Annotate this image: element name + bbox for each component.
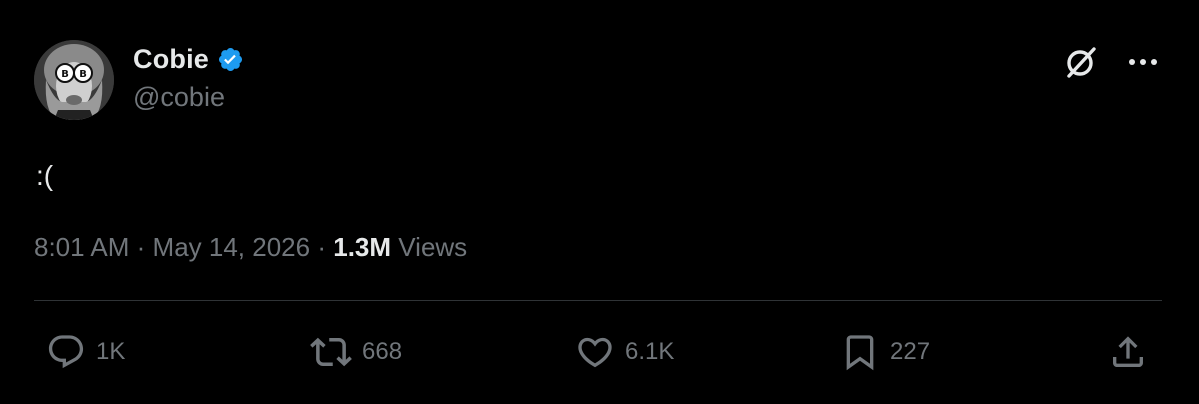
avatar[interactable]: B B: [34, 40, 114, 120]
more-dots-icon[interactable]: [1125, 44, 1161, 80]
svg-text:B: B: [61, 69, 69, 80]
name-row: Cobie: [133, 42, 244, 76]
author-info: Cobie @cobie: [133, 42, 244, 113]
bookmark-count: 227: [890, 338, 931, 365]
retweet-button[interactable]: 668: [310, 330, 402, 374]
like-button[interactable]: 6.1K: [575, 330, 674, 374]
tweet-meta: 8:01 AM · May 14, 2026 · 1.3M Views: [34, 232, 467, 263]
top-actions: [1063, 44, 1161, 80]
meta-separator: ·: [317, 232, 327, 262]
action-bar: 1K 668 6.1K 227: [0, 330, 1199, 374]
display-name[interactable]: Cobie: [133, 44, 209, 75]
share-upload-icon: [1108, 332, 1148, 372]
views-count[interactable]: 1.3M: [333, 232, 391, 262]
tweet-date[interactable]: May 14, 2026: [153, 232, 311, 262]
bookmark-icon: [840, 332, 880, 372]
handle[interactable]: @cobie: [133, 82, 244, 113]
meta-separator: ·: [136, 232, 146, 262]
divider: [34, 300, 1162, 301]
heart-icon: [575, 332, 615, 372]
retweet-icon: [310, 331, 352, 373]
share-button[interactable]: [1108, 330, 1148, 374]
views-label: Views: [398, 232, 468, 262]
bookmark-button[interactable]: 227: [840, 330, 930, 374]
tweet-text: :(: [36, 160, 54, 191]
avatar-image: B B: [34, 40, 114, 120]
tweet-time[interactable]: 8:01 AM: [34, 232, 129, 262]
verified-badge-icon[interactable]: [217, 46, 244, 73]
speech-bubble-icon: [46, 332, 86, 372]
grok-icon[interactable]: [1063, 44, 1099, 80]
tweet-card: B B Cobie @cobie:(8:01 AM · May 14, 20…: [0, 0, 1199, 404]
retweet-count: 668: [362, 338, 403, 365]
reply-count: 1K: [96, 338, 126, 365]
reply-button[interactable]: 1K: [46, 330, 125, 374]
like-count: 6.1K: [625, 338, 675, 365]
svg-text:B: B: [79, 69, 87, 80]
